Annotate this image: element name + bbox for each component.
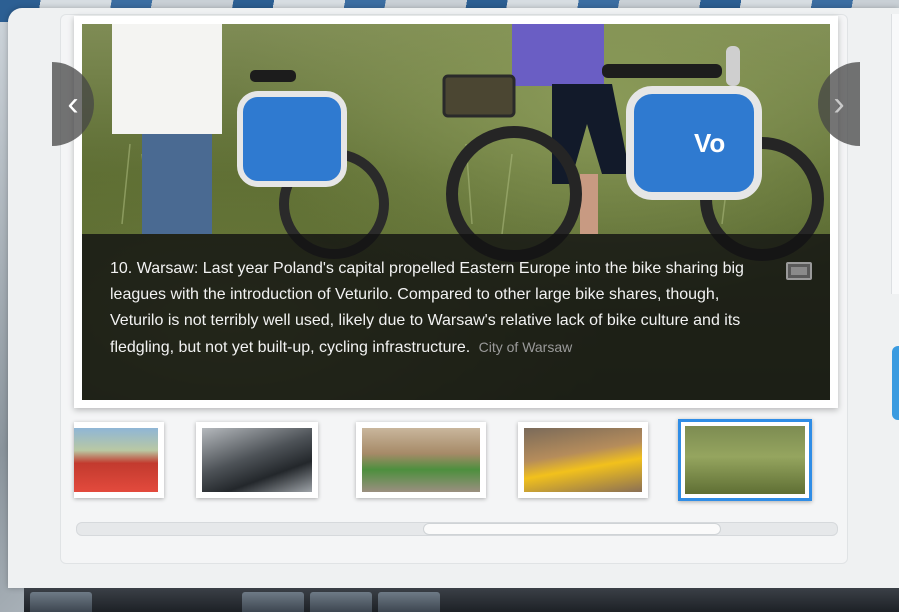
side-feedback-tab[interactable] [892,346,899,420]
thumbnail-scrollbar[interactable] [76,522,838,536]
caption-overlay: 10. Warsaw: Last year Poland's capital p… [82,234,830,400]
chevron-right-icon: › [833,84,845,123]
thumbnail-image [362,428,480,492]
scrollbar-thumb[interactable] [423,523,721,535]
taskbar-button[interactable] [30,592,92,612]
slide-photo: Vo 10. Warsaw: Last year Poland's capita… [82,24,830,400]
thumbnail-warsaw-bikes-grass[interactable] [678,419,812,501]
right-sidebar [891,14,899,294]
thumbnail-image [524,428,642,492]
thumbnail-red-bikes-row[interactable] [74,422,164,498]
thumbnail-image [202,428,312,492]
taskbar-button[interactable] [310,592,372,612]
taskbar [24,588,899,612]
caption-toggle-icon[interactable] [786,262,812,280]
thumbnail-image [685,426,805,494]
svg-text:Vo: Vo [694,128,725,158]
caption-text: 10. Warsaw: Last year Poland's capital p… [110,256,750,361]
taskbar-button[interactable] [378,592,440,612]
chevron-left-icon: ‹ [67,84,79,123]
thumbnail-black-bike-closeup[interactable] [196,422,318,498]
photo-credit: City of Warsaw [478,339,573,355]
taskbar-button[interactable] [242,592,304,612]
thumbnail-green-bikes-street[interactable] [356,422,486,498]
caption-body: 10. Warsaw: Last year Poland's capital p… [110,260,744,356]
thumbnail-image [74,428,158,492]
thumbnail-yellow-bikes-dock[interactable] [518,422,648,498]
slideshow-main-slide: Vo 10. Warsaw: Last year Poland's capita… [74,16,838,408]
